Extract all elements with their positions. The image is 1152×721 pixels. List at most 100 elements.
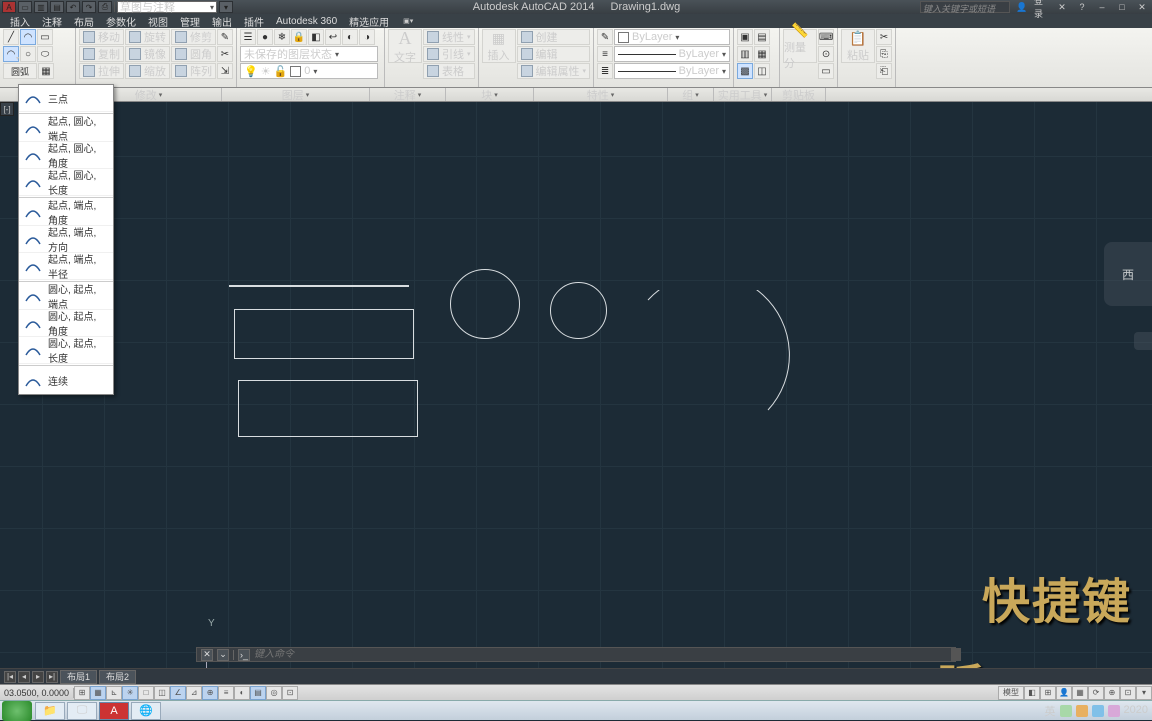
sb-am[interactable]: ⊡	[282, 686, 298, 700]
rect-tool[interactable]: ▭	[37, 29, 53, 45]
tray-lang[interactable]: 英	[1045, 703, 1056, 719]
insert-big-button[interactable]: ▦插入	[482, 29, 516, 63]
sb-ducs[interactable]: ⊿	[186, 686, 202, 700]
layer-prop[interactable]: ☰	[240, 29, 256, 45]
paste-button[interactable]: 📋粘贴	[841, 29, 875, 63]
arc-opt-ser[interactable]: 起点, 端点, 半径	[19, 253, 113, 280]
panel-title-clip[interactable]: 剪贴板	[772, 88, 826, 101]
tab-nav-first[interactable]: |◂	[4, 671, 16, 683]
block-edit[interactable]: 编辑	[517, 46, 591, 62]
command-line[interactable]: ✕ ⌄ ›_	[196, 647, 956, 662]
sb-grid[interactable]: ▦	[90, 686, 106, 700]
sb-model[interactable]: 模型	[998, 686, 1024, 700]
sb-r3[interactable]: 👤	[1056, 686, 1072, 700]
drawing-canvas[interactable]: Y X 西 快捷键 弧：ARC	[0, 102, 1152, 670]
window-maximize[interactable]: □	[1114, 1, 1130, 13]
viewcube[interactable]: 西	[1104, 242, 1152, 306]
panel-title-util[interactable]: 实用工具▾	[714, 88, 772, 101]
tab-expand[interactable]: ▣▾	[395, 14, 419, 28]
cmd-resize-handle[interactable]	[951, 648, 961, 661]
task-browser[interactable]: 🌐	[131, 702, 161, 720]
navbar-icon[interactable]	[1134, 332, 1152, 350]
start-button[interactable]	[2, 701, 32, 721]
rotate-button[interactable]: 旋转	[125, 29, 170, 45]
sb-ortho[interactable]: ⊾	[106, 686, 122, 700]
tab-view[interactable]: 视图	[142, 14, 174, 28]
linetype-combo[interactable]: ByLayer▾	[614, 63, 730, 79]
tab-plugins[interactable]: 插件	[238, 14, 270, 28]
arc-tool-open[interactable]: ◠▾	[3, 46, 19, 62]
drawn-circle-2[interactable]	[550, 282, 607, 339]
layer-freeze[interactable]: ❄	[274, 29, 290, 45]
signin-label[interactable]: 登录	[1034, 1, 1050, 13]
exchange-icon[interactable]: ✕	[1054, 1, 1070, 13]
copy-button[interactable]: 复制	[79, 46, 124, 62]
leader-button[interactable]: 引线▾	[423, 46, 475, 62]
layout-tab-2[interactable]: 布局2	[99, 670, 136, 684]
qat-save[interactable]: ▤	[50, 1, 64, 13]
help-search[interactable]: 键入关键字或短语	[920, 1, 1010, 13]
line-tool[interactable]: ╱	[3, 29, 19, 45]
sb-r6[interactable]: ⊕	[1104, 686, 1120, 700]
array-button[interactable]: 阵列	[171, 63, 216, 79]
tab-featured[interactable]: 精选应用	[343, 14, 395, 28]
layer-current-combo[interactable]: 💡☀🔓 0▾	[240, 63, 378, 79]
measure-button[interactable]: 📏测量分	[783, 29, 817, 63]
group-un[interactable]: ▥	[737, 46, 753, 62]
qat-open[interactable]: ▥	[34, 1, 48, 13]
drawn-rect-1[interactable]	[234, 309, 414, 359]
tab-output[interactable]: 输出	[206, 14, 238, 28]
arc-opt-sce[interactable]: 起点, 圆心, 端点	[19, 115, 113, 142]
qat-new[interactable]: ▭	[18, 1, 32, 13]
mirror-button[interactable]: 镜像	[125, 46, 170, 62]
sb-lwt[interactable]: ≡	[218, 686, 234, 700]
group-make[interactable]: ▣	[737, 29, 753, 45]
stretch-button[interactable]: 拉伸	[79, 63, 124, 79]
erase-tool[interactable]: ✎	[217, 29, 233, 45]
sb-dyn[interactable]: ⊕	[202, 686, 218, 700]
viewport-control[interactable]: [-]	[0, 102, 14, 116]
sb-trans[interactable]: ◐	[234, 686, 250, 700]
arc-opt-sed[interactable]: 起点, 端点, 方向	[19, 226, 113, 253]
tray-ico2[interactable]	[1076, 705, 1088, 717]
copy-clip[interactable]: ⎘	[876, 46, 892, 62]
qat-redo[interactable]: ↷	[82, 1, 96, 13]
sb-r8[interactable]: ▾	[1136, 686, 1152, 700]
panel-title-group[interactable]: 组▾	[668, 88, 714, 101]
point-tool[interactable]: ⊙	[818, 46, 834, 62]
qat-undo[interactable]: ↶	[66, 1, 80, 13]
layer-lock[interactable]: 🔒	[291, 29, 307, 45]
arc-opt-scl[interactable]: 起点, 圆心, 长度	[19, 169, 113, 196]
tab-nav-next[interactable]: ▸	[32, 671, 44, 683]
tab-insert[interactable]: 插入	[4, 14, 36, 28]
sb-3dosnap[interactable]: ◫	[154, 686, 170, 700]
panel-title-layer[interactable]: 图层▾	[222, 88, 370, 101]
color-combo[interactable]: ByLayer▾	[614, 29, 730, 45]
signin-icon[interactable]: 👤	[1014, 1, 1030, 13]
help-icon[interactable]: ?	[1074, 1, 1090, 13]
match-prop[interactable]: ✎	[597, 29, 613, 45]
sb-r7[interactable]: ⊡	[1120, 686, 1136, 700]
panel-title-annot[interactable]: 注释▾	[370, 88, 446, 101]
arc-opt-3point[interactable]: 三点	[19, 85, 113, 112]
layer-iso[interactable]: ◧	[308, 29, 324, 45]
sb-qp[interactable]: ▤	[250, 686, 266, 700]
layer-more1[interactable]: ◐	[342, 29, 358, 45]
ellipse-tool[interactable]: ⬭	[37, 46, 53, 62]
window-close[interactable]: ✕	[1134, 1, 1150, 13]
scale-button[interactable]: 缩放	[125, 63, 170, 79]
drawn-arc[interactable]	[640, 290, 790, 420]
layer-off[interactable]: ●	[257, 29, 273, 45]
block-create[interactable]: 创建	[517, 29, 591, 45]
block-attr[interactable]: 编辑属性▾	[517, 63, 591, 79]
layer-state-combo[interactable]: 未保存的图层状态▾	[240, 46, 378, 62]
circle-tool[interactable]: ○	[20, 46, 36, 62]
panel-title-prop[interactable]: 特性▾	[534, 88, 668, 101]
cut-tool[interactable]: ✂	[876, 29, 892, 45]
layout-tab-1[interactable]: 布局1	[60, 670, 97, 684]
cmd-input[interactable]	[254, 649, 951, 660]
tray-clock[interactable]: 2020	[1124, 706, 1148, 715]
sb-osnap[interactable]: □	[138, 686, 154, 700]
group-on[interactable]: ▩	[737, 63, 753, 79]
dim-linear[interactable]: 线性▾	[423, 29, 475, 45]
